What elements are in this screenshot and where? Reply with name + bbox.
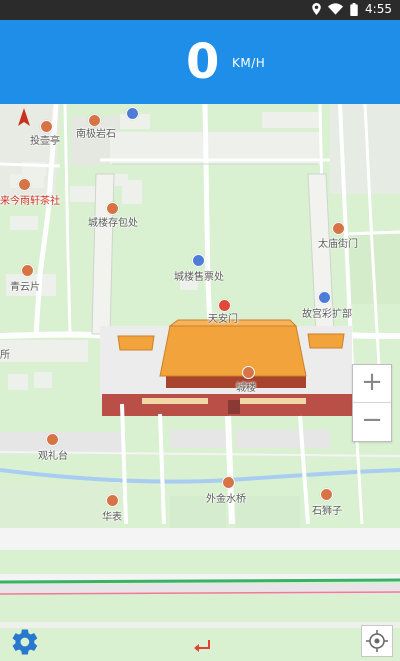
arrow-back-icon [194,640,210,652]
gear-icon [12,629,38,655]
speed-unit: KM/H [232,56,266,70]
settings-button[interactable] [10,627,40,657]
status-bar: 4:55 [0,0,400,20]
wifi-icon [328,3,344,15]
poi-label[interactable]: 城楼 [236,379,256,394]
locate-icon [366,630,388,652]
building [70,186,98,202]
speed-value: 0 [186,34,220,90]
poi-label[interactable]: 南极岩石 [76,125,116,140]
poi-label[interactable]: 投壶亭 [30,132,60,147]
poi-marker[interactable] [320,488,333,501]
poi-label[interactable]: 城楼存包处 [88,214,138,229]
poi-label[interactable]: 天安门 [208,310,238,325]
poi-marker[interactable] [126,107,139,120]
status-icons: 4:55 [312,2,392,16]
avenue [0,528,400,550]
gate-roof [159,325,307,377]
map-canvas[interactable] [0,104,400,660]
poi-marker[interactable] [21,264,34,277]
poi-label[interactable]: 外金水桥 [206,490,246,505]
building [10,216,38,230]
poi-marker[interactable] [242,366,255,379]
poi-label[interactable]: 来今雨轩茶社 [0,192,60,207]
map-view[interactable]: 南极岩石 投壶亭 来今雨轩茶社 城楼存包处 青云片 城楼售票处 天安门 太庙街门… [0,104,400,660]
map-block [262,112,320,128]
poi-marker[interactable] [106,494,119,507]
locate-button[interactable] [361,625,393,657]
battery-icon [350,2,358,16]
poi-label[interactable]: 青云片 [10,278,40,293]
map-block [236,430,330,448]
poi-marker[interactable] [192,254,205,267]
poi-marker[interactable] [222,476,235,489]
speed-header: 0 KM/H [0,20,400,104]
location-icon [312,3,321,15]
status-time: 4:55 [365,2,392,16]
building [0,340,88,362]
zoom-in-button[interactable]: + [353,365,391,402]
back-arrow-button[interactable] [193,639,211,655]
zoom-controls: + − [352,364,392,442]
zoom-out-button[interactable]: − [353,403,391,440]
poi-label[interactable]: 观礼台 [38,447,68,462]
poi-label[interactable]: 石狮子 [312,502,342,517]
poi-marker[interactable] [332,222,345,235]
poi-marker[interactable] [46,433,59,446]
poi-marker[interactable] [18,178,31,191]
map-block [170,430,230,448]
poi-label[interactable]: 所 [0,346,10,361]
poi-label[interactable]: 城楼售票处 [174,268,224,283]
building [8,374,28,390]
poi-label[interactable]: 故宫彩扩部 [302,305,352,320]
poi-marker[interactable] [318,291,331,304]
building [34,372,52,388]
poi-label[interactable]: 太庙街门 [318,235,358,250]
building [122,180,142,204]
poi-label[interactable]: 华表 [102,508,122,523]
